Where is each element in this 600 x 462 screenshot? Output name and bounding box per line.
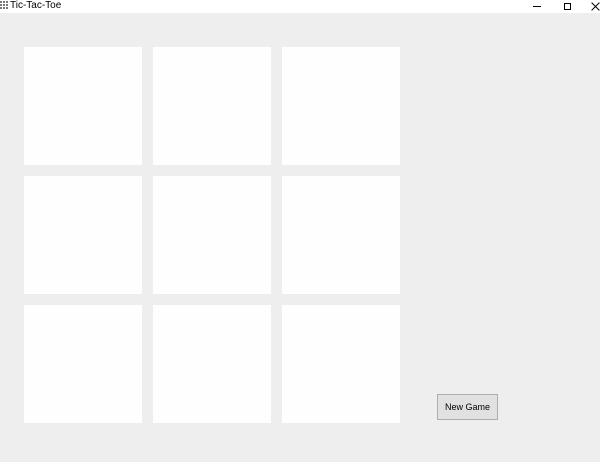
game-board bbox=[24, 47, 400, 423]
new-game-button[interactable]: New Game bbox=[437, 394, 498, 420]
maximize-button[interactable] bbox=[558, 0, 576, 13]
window-title: Tic-Tac-Toe bbox=[10, 0, 62, 11]
app-window: Tic-Tac-Toe New Game bbox=[0, 0, 600, 462]
board-cell-7[interactable] bbox=[24, 305, 142, 423]
close-button[interactable] bbox=[586, 0, 600, 13]
board-cell-2[interactable] bbox=[153, 47, 271, 165]
board-cell-6[interactable] bbox=[282, 176, 400, 294]
board-cell-5[interactable] bbox=[153, 176, 271, 294]
grid-app-icon bbox=[0, 1, 8, 10]
board-cell-1[interactable] bbox=[24, 47, 142, 165]
board-cell-9[interactable] bbox=[282, 305, 400, 423]
title-bar[interactable]: Tic-Tac-Toe bbox=[0, 0, 600, 13]
minimize-icon bbox=[533, 6, 541, 7]
board-cell-4[interactable] bbox=[24, 176, 142, 294]
maximize-icon bbox=[563, 3, 571, 10]
board-cell-3[interactable] bbox=[282, 47, 400, 165]
close-icon bbox=[591, 2, 600, 11]
board-cell-8[interactable] bbox=[153, 305, 271, 423]
minimize-button[interactable] bbox=[528, 0, 546, 13]
